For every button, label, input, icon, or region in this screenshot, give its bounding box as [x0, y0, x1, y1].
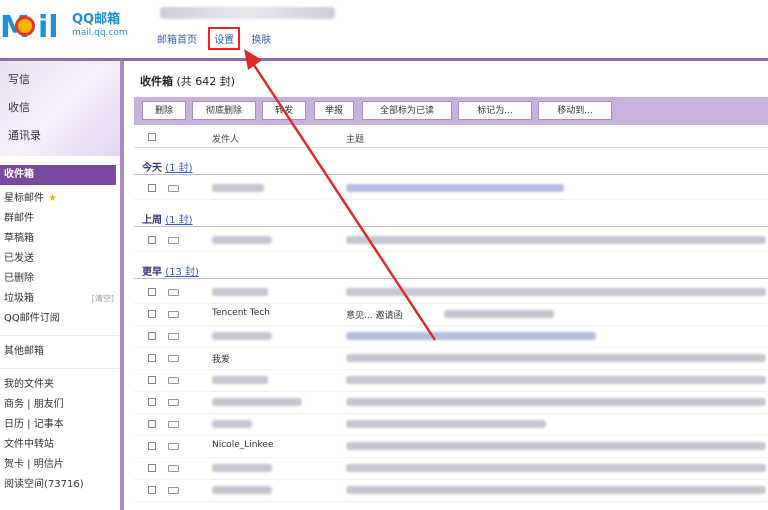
top-links: 邮箱首页 设置 换肤 [157, 27, 279, 50]
delete-button[interactable]: 删除 [142, 101, 186, 120]
envelope-icon [168, 399, 179, 406]
sidebar-actions: 写信 收信 通讯录 [0, 61, 120, 156]
brand-name: QQ邮箱 [72, 12, 121, 27]
row-sender: Tencent Tech [212, 308, 270, 318]
select-all-checkbox[interactable] [148, 133, 156, 141]
mail-row[interactable] [134, 413, 768, 436]
envelope-icon [168, 377, 179, 384]
mail-logo[interactable]: M il [0, 4, 70, 48]
inbox-title: 收件箱 (共 642 封) [140, 75, 236, 88]
mail-row[interactable] [134, 369, 768, 392]
receive-link[interactable]: 收信 [8, 99, 30, 115]
star-icon: ★ [48, 193, 57, 204]
mail-row[interactable] [134, 229, 768, 252]
mail-row[interactable]: Nicole_Linkee [134, 435, 768, 458]
envelope-icon [168, 443, 179, 450]
settings-link[interactable]: 设置 [208, 27, 241, 50]
mail-row[interactable] [134, 177, 768, 200]
sender-column-header[interactable]: 发件人 [212, 132, 239, 145]
sidebar-item-drafts[interactable]: 草稿箱 [0, 229, 120, 249]
envelope-icon [168, 289, 179, 296]
header: M il QQ邮箱 mail.qq.com 邮箱首页 设置 换肤 [0, 0, 768, 58]
skin-link[interactable]: 换肤 [251, 35, 271, 46]
mail-row[interactable] [134, 281, 768, 304]
sidebar-item-calendar[interactable]: 日历 | 记事本 [0, 415, 120, 435]
mail-row[interactable] [134, 391, 768, 414]
envelope-icon [168, 487, 179, 494]
row-sender: Nicole_Linkee [212, 440, 274, 450]
move-to-dropdown[interactable]: 移动到... [538, 101, 612, 120]
envelope-icon [168, 185, 179, 192]
inbox-count: (共 642 封) [176, 75, 236, 88]
toolbar: 删除 彻底删除 转发 举报 全部标为已读 标记为... 移动到... [134, 97, 768, 125]
logo-o-icon [15, 16, 35, 36]
row-checkbox[interactable] [148, 184, 156, 192]
mail-list-header: 发件人 主题 [134, 127, 768, 148]
contacts-link[interactable]: 通讯录 [8, 127, 41, 143]
mail-row[interactable]: Tencent Tech 意见... 邀请函 [134, 303, 768, 326]
sidebar-item-spam[interactable]: 垃圾箱 [清空] [0, 289, 120, 309]
mail-row[interactable] [134, 479, 768, 502]
empty-spam-link[interactable]: [清空] [92, 289, 114, 309]
envelope-icon [168, 421, 179, 428]
envelope-icon [168, 311, 179, 318]
sidebar-item-subscriptions[interactable]: QQ邮件订阅 [0, 309, 120, 329]
sidebar-item-cards[interactable]: 贺卡 | 明信片 [0, 455, 120, 475]
sidebar-item-group[interactable]: 群邮件 [0, 209, 120, 229]
mark-all-read-button[interactable]: 全部标为已读 [362, 101, 452, 120]
sidebar: 写信 收信 通讯录 收件箱 星标邮件 ★ 群邮件 草稿箱 已发送 已删除 垃圾箱[… [0, 61, 124, 510]
user-account-blurred [160, 7, 335, 19]
forward-button[interactable]: 转发 [262, 101, 306, 120]
brand-url: mail.qq.com [72, 28, 128, 38]
mark-as-dropdown[interactable]: 标记为... [458, 101, 532, 120]
mail-row[interactable] [134, 325, 768, 348]
group-earlier: 更早 (13 封) [142, 267, 199, 278]
sidebar-item-sent[interactable]: 已发送 [0, 249, 120, 269]
envelope-icon [168, 355, 179, 362]
main-panel: 收件箱 (共 642 封) 删除 彻底删除 转发 举报 全部标为已读 标记为..… [126, 61, 768, 510]
folder-list: 收件箱 星标邮件 ★ 群邮件 草稿箱 已发送 已删除 垃圾箱 [清空] QQ邮件订阅… [0, 161, 120, 495]
report-button[interactable]: 举报 [314, 101, 354, 120]
sidebar-item-starred[interactable]: 星标邮件 ★ [0, 189, 120, 209]
sidebar-item-my-folders[interactable]: 我的文件夹 [0, 375, 120, 395]
compose-link[interactable]: 写信 [8, 71, 30, 87]
row-subject: 意见... 邀请函 [346, 311, 403, 321]
home-link[interactable]: 邮箱首页 [157, 35, 197, 46]
mail-row[interactable] [134, 457, 768, 480]
group-today: 今天 (1 封) [142, 163, 193, 174]
sidebar-item-deleted[interactable]: 已删除 [0, 269, 120, 289]
subject-column-header[interactable]: 主题 [346, 132, 364, 145]
sidebar-item-file-transfer[interactable]: 文件中转站 [0, 435, 120, 455]
sidebar-item-inbox[interactable]: 收件箱 [0, 165, 116, 185]
envelope-icon [168, 333, 179, 340]
envelope-icon [168, 237, 179, 244]
row-checkbox[interactable] [148, 236, 156, 244]
sidebar-item-other-mailbox[interactable]: 其他邮箱 [0, 342, 120, 362]
mail-row[interactable]: 我爱 [134, 347, 768, 370]
group-last-week: 上周 (1 封) [142, 215, 193, 226]
sidebar-item-business[interactable]: 商务 | 朋友们 [0, 395, 120, 415]
sidebar-item-reading-space[interactable]: 阅读空间(73716) [0, 475, 120, 495]
envelope-icon [168, 465, 179, 472]
delete-permanently-button[interactable]: 彻底删除 [192, 101, 256, 120]
row-sender: 我爱 [212, 355, 231, 365]
